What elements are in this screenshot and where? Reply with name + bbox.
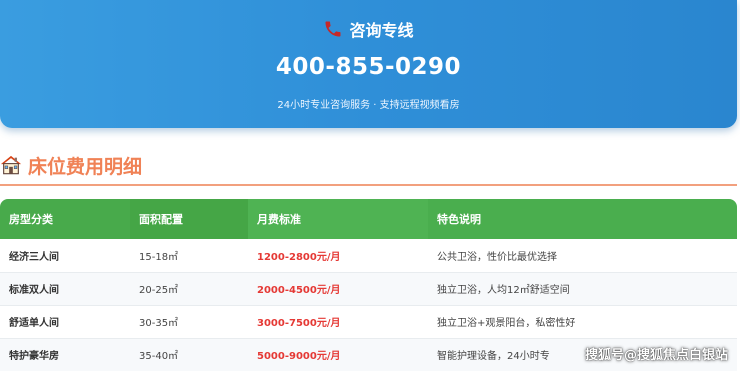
price-cell: 2000-4500元/月: [248, 272, 428, 306]
hotline-header: 咨询专线: [0, 17, 737, 41]
price-cell: 1200-2800元/月: [248, 239, 428, 273]
table-row: 经济三人间 15-18㎡ 1200-2800元/月 公共卫浴，性价比最优选择: [0, 239, 737, 273]
table-header-row: 房型分类 面积配置 月费标准 特色说明: [0, 199, 737, 239]
area-cell: 35-40㎡: [130, 338, 248, 371]
area-cell: 30-35㎡: [130, 305, 248, 339]
feature-cell: 独立卫浴，人均12㎡舒适空间: [428, 272, 737, 306]
hotline-title: 咨询专线: [349, 21, 414, 40]
watermark: 搜狐号@搜狐焦点白银站: [584, 348, 728, 363]
section-header: 床位费用明细: [0, 150, 142, 180]
section-divider: [0, 184, 737, 186]
house-icon: [0, 154, 22, 176]
section-title: 床位费用明细: [28, 155, 143, 178]
feature-cell: 独立卫浴+观景阳台，私密性好: [428, 305, 737, 339]
table-row: 标准双人间 20-25㎡ 2000-4500元/月 独立卫浴，人均12㎡舒适空间: [0, 272, 737, 306]
hotline-description: 24小时专业咨询服务 · 支持远程视频看房: [277, 100, 460, 111]
area-cell: 20-25㎡: [130, 272, 248, 306]
room-type-cell: 经济三人间: [0, 239, 130, 273]
room-type-cell: 标准双人间: [0, 272, 130, 306]
hotline-number[interactable]: 400-855-0290: [0, 54, 737, 80]
price-cell: 5000-9000元/月: [248, 338, 428, 371]
room-type-cell: 特护豪华房: [0, 338, 130, 371]
price-cell: 3000-7500元/月: [248, 305, 428, 339]
column-header-type: 房型分类: [0, 199, 130, 239]
area-cell: 15-18㎡: [130, 239, 248, 273]
column-header-price: 月费标准: [248, 199, 428, 239]
room-type-cell: 舒适单人间: [0, 305, 130, 339]
feature-cell: 公共卫浴，性价比最优选择: [428, 239, 737, 273]
column-header-area: 面积配置: [130, 199, 248, 239]
hotline-banner: 咨询专线 400-855-0290 24小时专业咨询服务 · 支持远程视频看房: [0, 0, 737, 128]
column-header-feature: 特色说明: [428, 199, 737, 239]
phone-icon: [323, 19, 343, 39]
table-row: 舒适单人间 30-35㎡ 3000-7500元/月 独立卫浴+观景阳台，私密性好: [0, 305, 737, 339]
